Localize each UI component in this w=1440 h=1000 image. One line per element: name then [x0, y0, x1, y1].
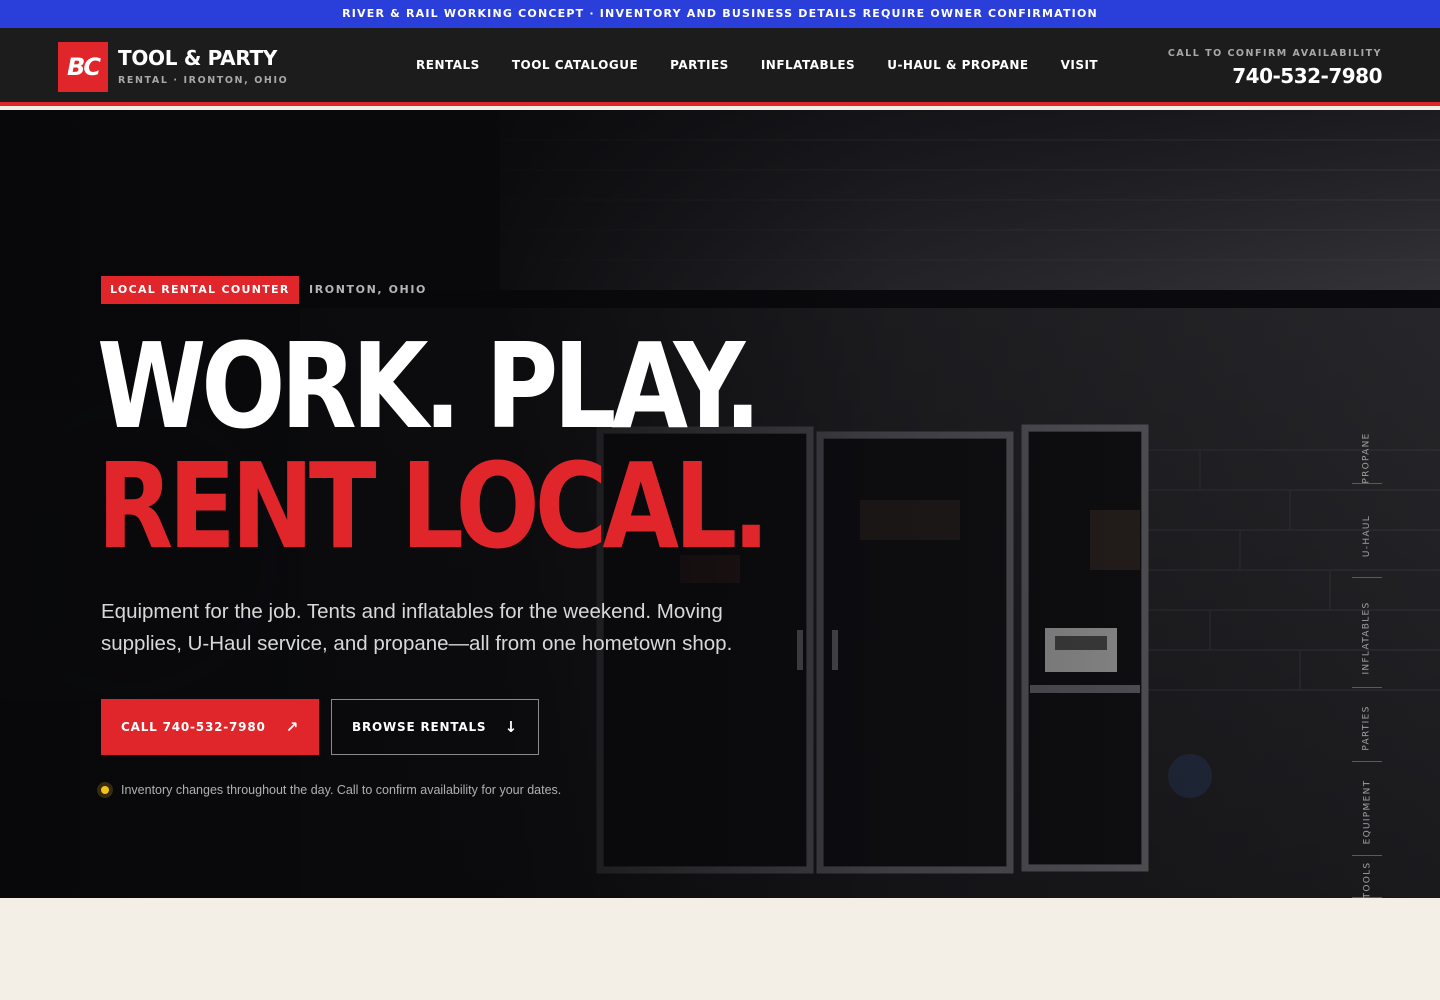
- header-cta-label: CALL TO CONFIRM AVAILABILITY: [1167, 48, 1382, 59]
- side-nav-propane[interactable]: PROPANE: [1352, 432, 1382, 484]
- side-nav-label: U-HAUL: [1362, 514, 1373, 557]
- status-dot-icon: [97, 782, 113, 798]
- side-nav-label: PARTIES: [1362, 704, 1373, 751]
- nav-item-parties[interactable]: PARTIES: [670, 58, 729, 72]
- brand-subtitle: RENTAL · IRONTON, OHIO: [118, 75, 289, 86]
- hero-location: IRONTON, OHIO: [309, 283, 427, 296]
- side-nav-label: EQUIPMENT: [1362, 779, 1373, 844]
- nav-item-visit[interactable]: VISIT: [1061, 58, 1099, 72]
- hero-section: LOCAL RENTAL COUNTER IRONTON, OHIO WORK.…: [0, 110, 1440, 898]
- nav-item-tool-catalogue[interactable]: TOOL CATALOGUE: [512, 58, 638, 72]
- nav-item-inflatables[interactable]: INFLATABLES: [761, 58, 855, 72]
- side-nav: PROPANE U-HAUL INFLATABLES PARTIES EQUIP…: [1352, 432, 1382, 898]
- side-nav-tools[interactable]: TOOLS: [1352, 861, 1382, 898]
- brand-title[interactable]: TOOL & PARTY: [118, 46, 277, 70]
- call-button[interactable]: CALL 740-532-7980 ↗: [101, 699, 319, 755]
- availability-note-text: Inventory changes throughout the day. Ca…: [121, 783, 562, 797]
- logo-mark[interactable]: BC: [58, 42, 108, 92]
- nav-item-uhaul-propane[interactable]: U-HAUL & PROPANE: [887, 58, 1028, 72]
- next-section: [0, 898, 1440, 1000]
- site-header: BC TOOL & PARTY RENTAL · IRONTON, OHIO R…: [0, 28, 1440, 106]
- hero-description: Equipment for the job. Tents and inflata…: [101, 600, 733, 655]
- call-button-label: CALL 740-532-7980: [121, 720, 266, 734]
- headline-line-2: RENT LOCAL.: [97, 437, 770, 575]
- browse-rentals-button[interactable]: BROWSE RENTALS ↓: [331, 699, 539, 755]
- arrow-down-icon: ↓: [504, 718, 518, 736]
- arrow-up-right-icon: ↗: [285, 718, 299, 736]
- hero-headline: WORK. PLAY. RENT LOCAL.: [97, 317, 770, 575]
- availability-note: Inventory changes throughout the day. Ca…: [97, 782, 561, 798]
- announcement-banner: RIVER & RAIL WORKING CONCEPT · INVENTORY…: [0, 0, 1440, 28]
- side-nav-parties[interactable]: PARTIES: [1352, 694, 1382, 762]
- side-nav-uhaul[interactable]: U-HAUL: [1352, 494, 1382, 578]
- hero-tag: LOCAL RENTAL COUNTER: [101, 276, 299, 304]
- headline-line-1: WORK. PLAY.: [97, 317, 762, 455]
- side-nav-equipment[interactable]: EQUIPMENT: [1352, 768, 1382, 856]
- main-nav: RENTALS TOOL CATALOGUE PARTIES INFLATABL…: [416, 58, 1130, 72]
- side-nav-label: TOOLS: [1362, 861, 1372, 898]
- side-nav-inflatables[interactable]: INFLATABLES: [1352, 588, 1382, 688]
- header-phone-link[interactable]: 740-532-7980: [1232, 64, 1382, 88]
- side-nav-label: INFLATABLES: [1362, 600, 1372, 675]
- browse-button-label: BROWSE RENTALS: [352, 720, 487, 734]
- side-nav-label: PROPANE: [1362, 431, 1373, 484]
- nav-item-rentals[interactable]: RENTALS: [416, 58, 480, 72]
